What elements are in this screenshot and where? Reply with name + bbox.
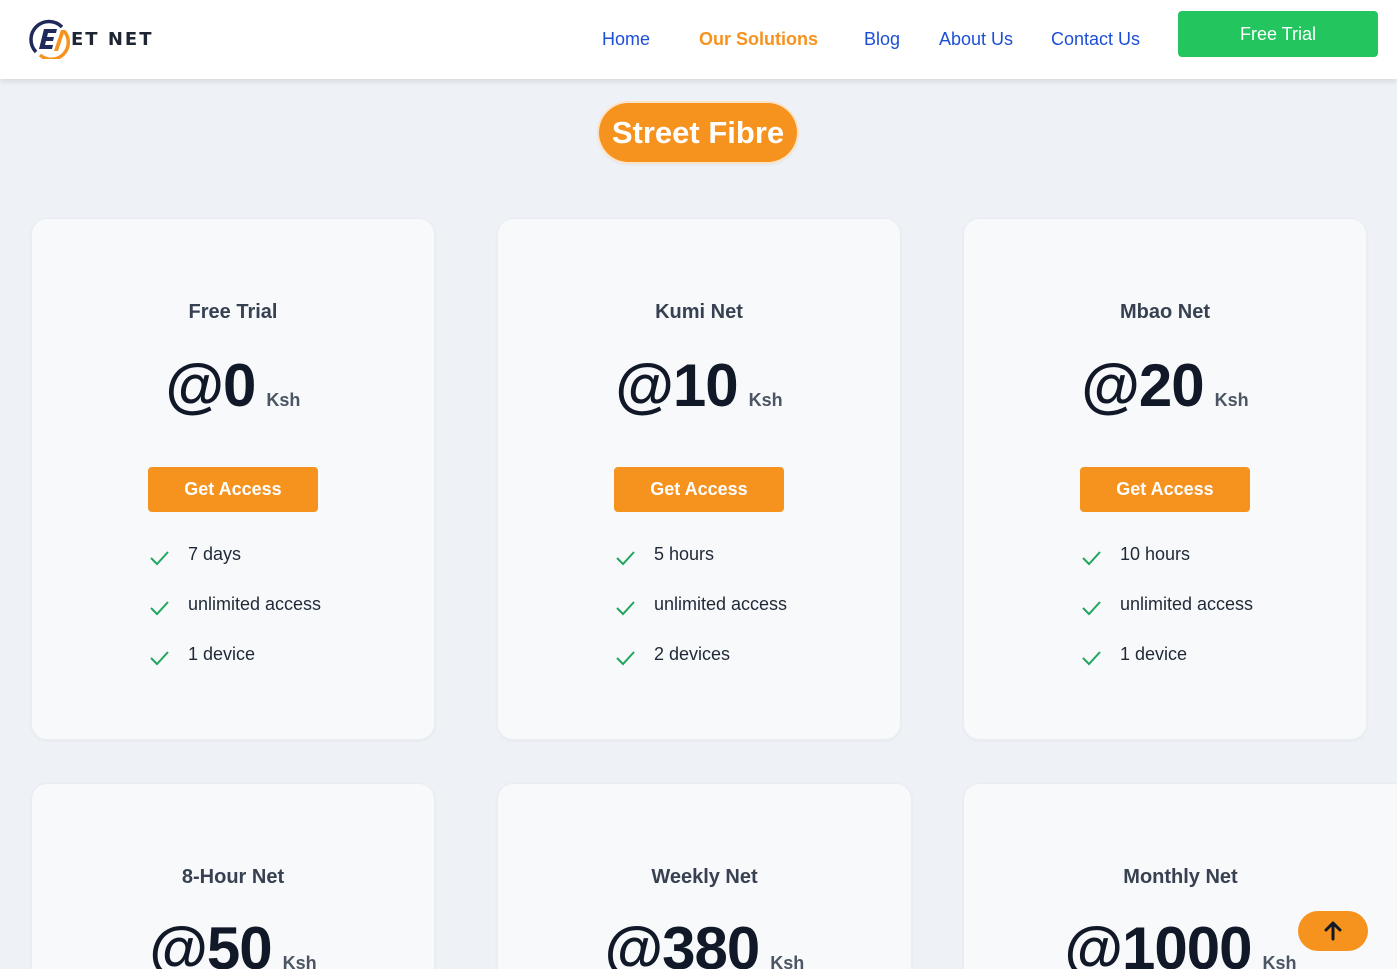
check-icon <box>1082 551 1101 566</box>
get-access-button[interactable]: Get Access <box>614 467 784 512</box>
plan-name: Free Trial <box>188 301 278 323</box>
price-amount: @0 <box>165 352 257 419</box>
feature-text: 7 days <box>188 543 242 564</box>
nav-link-home[interactable]: Home <box>602 28 650 50</box>
get-access-button[interactable]: Get Access <box>1080 467 1250 512</box>
price-currency: Ksh <box>1262 953 1297 969</box>
feature-list: 5 hours unlimited access 2 devices <box>614 531 787 681</box>
price-amount: @20 <box>1081 352 1204 419</box>
plan-card-free-trial: Free Trial @0 Ksh Get Access 7 days unli… <box>31 218 435 740</box>
feature-item: unlimited access <box>1080 581 1253 631</box>
plan-price: @20 Ksh <box>964 351 1366 421</box>
nav-link-contact-us[interactable]: Contact Us <box>1051 28 1140 50</box>
section-title: Street Fibre <box>599 103 797 162</box>
plan-name: 8-Hour Net <box>181 866 285 888</box>
price-currency: Ksh <box>748 390 783 410</box>
feature-item: unlimited access <box>614 581 787 631</box>
feature-item: 5 hours <box>614 531 787 581</box>
price-currency: Ksh <box>1214 390 1249 410</box>
nav-link-about-us[interactable]: About Us <box>939 28 1013 50</box>
plan-name: Mbao Net <box>1120 301 1210 323</box>
nav-link-our-solutions[interactable]: Our Solutions <box>699 28 818 50</box>
check-icon <box>616 551 635 566</box>
feature-item: 10 hours <box>1080 531 1253 581</box>
feature-list: 10 hours unlimited access 1 device <box>1080 531 1253 681</box>
plan-card-mbao-net: Mbao Net @20 Ksh Get Access 10 hours unl… <box>963 218 1367 740</box>
nav-link-blog[interactable]: Blog <box>864 28 900 50</box>
feature-item: unlimited access <box>148 581 321 631</box>
feature-item: 1 device <box>1080 631 1253 681</box>
check-icon <box>1082 601 1101 616</box>
price-amount: @380 <box>604 915 761 969</box>
price-amount: @50 <box>149 915 272 969</box>
check-icon <box>150 601 169 616</box>
price-currency: Ksh <box>266 390 301 410</box>
feature-item: 7 days <box>148 531 321 581</box>
feature-text: 10 hours <box>1120 543 1191 564</box>
feature-text: 1 device <box>1120 643 1188 664</box>
price-currency: Ksh <box>282 953 317 969</box>
price-amount: @10 <box>615 352 738 419</box>
plan-card-weekly-net: Weekly Net @380 Ksh <box>497 783 912 969</box>
get-access-button[interactable]: Get Access <box>148 467 318 512</box>
arrow-up-icon <box>1324 921 1342 941</box>
plan-card-8-hour-net: 8-Hour Net @50 Ksh <box>31 783 435 969</box>
check-icon <box>150 551 169 566</box>
feature-text: unlimited access <box>654 593 788 614</box>
check-icon <box>616 651 635 666</box>
check-icon <box>150 651 169 666</box>
feature-text: 5 hours <box>654 543 715 564</box>
feature-item: 1 device <box>148 631 321 681</box>
feature-text: unlimited access <box>188 593 322 614</box>
check-icon <box>616 601 635 616</box>
plan-price: @10 Ksh <box>498 351 900 421</box>
plan-name: Weekly Net <box>651 866 758 888</box>
scroll-to-top-button[interactable] <box>1298 911 1368 951</box>
plan-name: Monthly Net <box>1123 866 1238 888</box>
free-trial-button[interactable]: Free Trial <box>1178 11 1378 57</box>
check-icon <box>1082 651 1101 666</box>
price-amount: @1000 <box>1064 915 1253 969</box>
logo-icon <box>29 19 70 59</box>
plan-price: @380 Ksh <box>498 914 911 969</box>
brand-name: ET NET <box>71 29 154 50</box>
price-currency: Ksh <box>770 953 805 969</box>
feature-list: 7 days unlimited access 1 device <box>148 531 321 681</box>
feature-item: 2 devices <box>614 631 787 681</box>
brand-logo[interactable]: ET NET <box>28 19 153 59</box>
navbar: ET NET Home Our Solutions Blog About Us … <box>0 0 1397 79</box>
plan-card-kumi-net: Kumi Net @10 Ksh Get Access 5 hours unli… <box>497 218 901 740</box>
plan-price: @50 Ksh <box>32 914 434 969</box>
feature-text: 2 devices <box>654 643 731 664</box>
plan-price: @0 Ksh <box>32 351 434 421</box>
feature-text: unlimited access <box>1120 593 1254 614</box>
plan-name: Kumi Net <box>655 301 743 323</box>
feature-text: 1 device <box>188 643 256 664</box>
